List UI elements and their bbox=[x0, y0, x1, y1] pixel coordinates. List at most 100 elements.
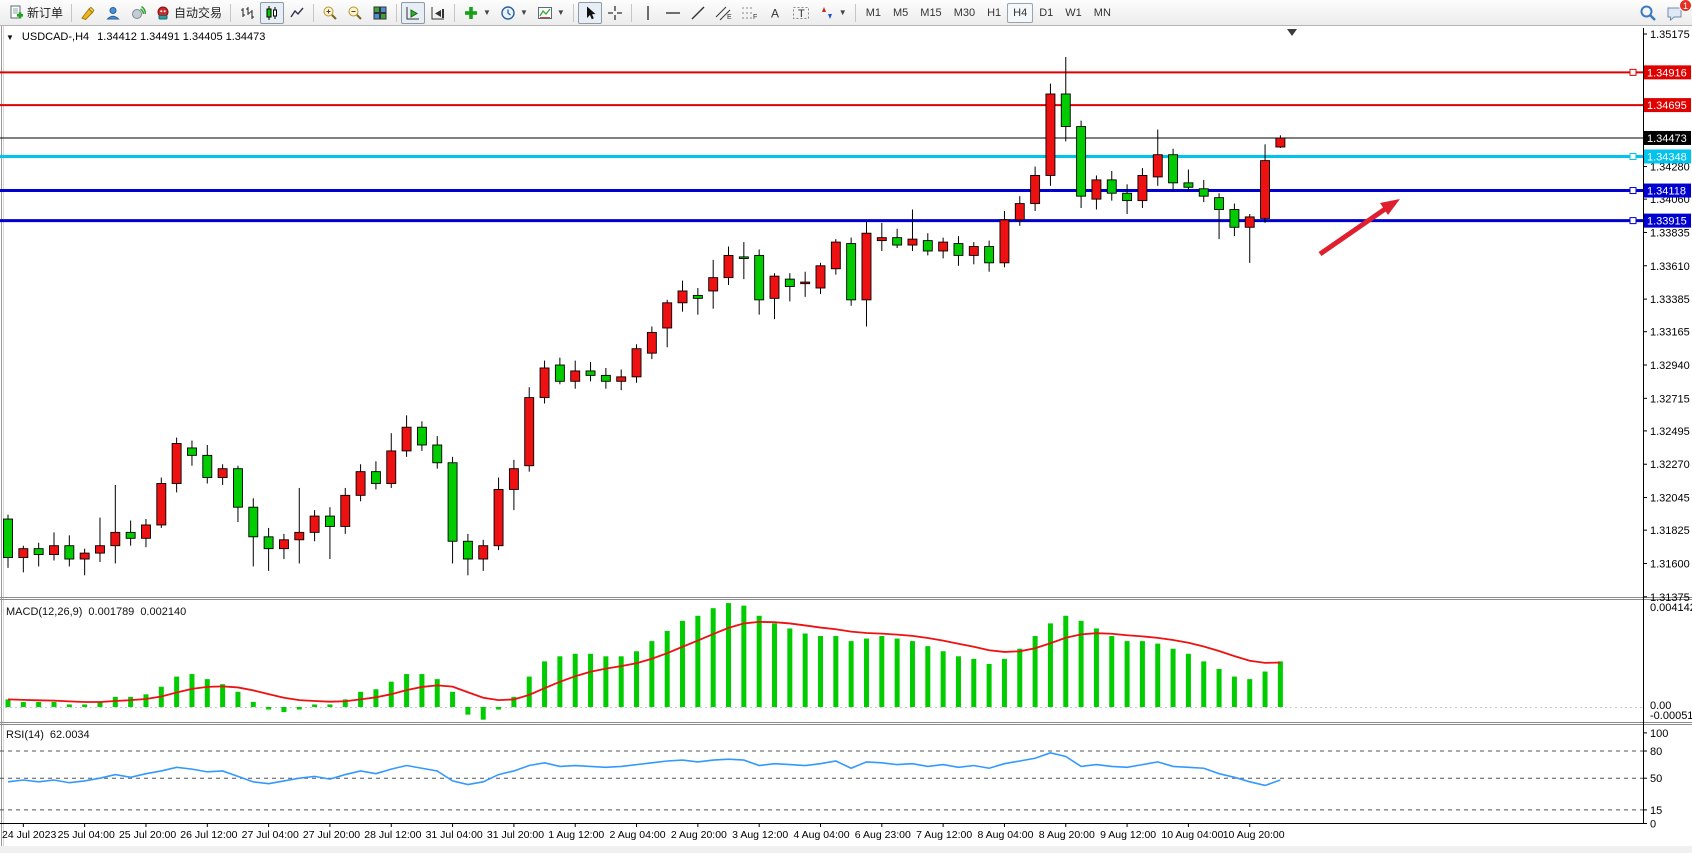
indicators-button[interactable]: ▼ bbox=[459, 2, 495, 24]
macd-histogram-bar bbox=[895, 639, 900, 707]
community-button[interactable] bbox=[101, 2, 125, 24]
tab-timeframe-D1[interactable]: D1 bbox=[1033, 3, 1059, 23]
zoom-out-button[interactable] bbox=[343, 2, 367, 24]
price-tag-label: 1.34118 bbox=[1647, 186, 1686, 198]
chart-canvas[interactable]: 1.351751.342801.340601.338351.336101.333… bbox=[0, 26, 1692, 853]
zoom-in-button[interactable] bbox=[318, 2, 342, 24]
auto-trading-button[interactable]: 自动交易 bbox=[151, 2, 226, 24]
auto-scroll-button[interactable] bbox=[401, 2, 425, 24]
tab-timeframe-M5[interactable]: M5 bbox=[887, 3, 914, 23]
time-tick-label: 24 Jul 2023 bbox=[2, 829, 56, 841]
cursor-tool-button[interactable] bbox=[578, 2, 602, 24]
crayon-tool-button[interactable] bbox=[76, 2, 100, 24]
collapse-triangle-icon[interactable]: ▼ bbox=[6, 33, 14, 42]
hline-handle[interactable] bbox=[1630, 69, 1636, 75]
macd-histogram-bar bbox=[726, 603, 731, 707]
macd-histogram-bar bbox=[128, 697, 133, 707]
periods-button[interactable]: ▼ bbox=[496, 2, 532, 24]
rsi-axis-label: 15 bbox=[1650, 805, 1662, 817]
candle-body bbox=[341, 495, 350, 526]
candle-body bbox=[310, 516, 319, 532]
candle-body bbox=[525, 398, 534, 466]
text-tool-button[interactable]: A bbox=[763, 2, 787, 24]
time-tick-label: 26 Jul 12:00 bbox=[180, 829, 237, 841]
signal-icon bbox=[130, 5, 146, 21]
signals-button[interactable] bbox=[126, 2, 150, 24]
bar-chart-button[interactable] bbox=[235, 2, 259, 24]
candle-body bbox=[663, 303, 672, 328]
templates-button[interactable]: ▼ bbox=[533, 2, 569, 24]
community-person-icon bbox=[105, 5, 121, 21]
macd-histogram-bar bbox=[21, 702, 26, 707]
time-tick-label: 27 Jul 20:00 bbox=[303, 829, 360, 841]
fibonacci-tool-button[interactable]: F bbox=[737, 2, 762, 24]
tile-windows-button[interactable] bbox=[368, 2, 392, 24]
macd-histogram-bar bbox=[297, 707, 302, 710]
macd-histogram-bar bbox=[680, 621, 685, 707]
line-chart-button[interactable] bbox=[285, 2, 309, 24]
candle-body bbox=[1092, 180, 1101, 199]
candle-body bbox=[387, 451, 396, 484]
macd-histogram-bar bbox=[818, 636, 823, 707]
macd-histogram-bar bbox=[235, 692, 240, 707]
horizontal-line-tool-button[interactable] bbox=[661, 2, 685, 24]
tab-timeframe-W1[interactable]: W1 bbox=[1059, 3, 1088, 23]
macd-histogram-bar bbox=[971, 659, 976, 707]
macd-histogram-bar bbox=[741, 606, 746, 707]
macd-histogram-bar bbox=[879, 636, 884, 707]
time-tick-label: 6 Aug 23:00 bbox=[855, 829, 911, 841]
price-tick-label: 1.33835 bbox=[1650, 227, 1690, 239]
macd-name: MACD(12,26,9) bbox=[6, 606, 82, 618]
tab-timeframe-M1[interactable]: M1 bbox=[860, 3, 887, 23]
text-label-tool-button[interactable]: T bbox=[788, 2, 814, 24]
macd-histogram-bar bbox=[1094, 628, 1099, 707]
notification-badge: 1 bbox=[1679, 0, 1692, 12]
chart-shift-button[interactable] bbox=[426, 2, 450, 24]
tab-timeframe-MN[interactable]: MN bbox=[1088, 3, 1117, 23]
macd-histogram-bar bbox=[1109, 636, 1114, 707]
rsi-name: RSI(14) bbox=[6, 729, 44, 741]
chart-window[interactable]: 1.351751.342801.340601.338351.336101.333… bbox=[0, 26, 1692, 853]
new-order-button[interactable]: 新订单 bbox=[4, 2, 67, 24]
new-order-label: 新订单 bbox=[27, 4, 63, 21]
tab-timeframe-M15[interactable]: M15 bbox=[914, 3, 947, 23]
rsi-indicator-label: RSI(14)62.0034 bbox=[6, 729, 96, 741]
tab-timeframe-M30[interactable]: M30 bbox=[948, 3, 981, 23]
trendline-tool-button[interactable] bbox=[686, 2, 710, 24]
tab-timeframe-H4[interactable]: H4 bbox=[1007, 3, 1033, 23]
symbol-title: USDCAD-,H4 bbox=[22, 31, 89, 43]
candle-body bbox=[816, 266, 825, 288]
candle-body bbox=[187, 448, 196, 455]
candle-body bbox=[203, 455, 212, 477]
macd-histogram-bar bbox=[1201, 661, 1206, 707]
macd-histogram-bar bbox=[82, 704, 87, 707]
macd-histogram-bar bbox=[220, 684, 225, 707]
tab-timeframe-H1[interactable]: H1 bbox=[981, 3, 1007, 23]
price-tick-label: 1.32715 bbox=[1650, 393, 1690, 405]
hline-handle[interactable] bbox=[1630, 153, 1636, 159]
macd-histogram-bar bbox=[1002, 659, 1007, 707]
macd-histogram-bar bbox=[143, 694, 148, 707]
candle-body bbox=[540, 368, 549, 398]
macd-histogram-bar bbox=[588, 654, 593, 707]
hline-handle[interactable] bbox=[1630, 218, 1636, 224]
cursor-icon bbox=[582, 5, 598, 21]
arrows-tool-button[interactable]: ▼ bbox=[815, 2, 851, 24]
candlestick-chart-button[interactable] bbox=[260, 2, 284, 24]
chat-button[interactable]: 1 bbox=[1662, 2, 1688, 24]
candle-body bbox=[1000, 220, 1009, 263]
candle-body bbox=[571, 371, 580, 381]
candle-body bbox=[279, 540, 288, 549]
vertical-line-tool-button[interactable] bbox=[636, 2, 660, 24]
channel-tool-button[interactable]: E bbox=[711, 2, 736, 24]
equidistant-channel-icon: E bbox=[715, 5, 732, 21]
hline-handle[interactable] bbox=[1630, 188, 1636, 194]
crosshair-tool-button[interactable] bbox=[603, 2, 627, 24]
candle-body bbox=[65, 546, 74, 559]
macd-histogram-bar bbox=[1017, 649, 1022, 707]
bar-chart-icon bbox=[239, 5, 255, 21]
macd-histogram-bar bbox=[1140, 641, 1145, 707]
candle-body bbox=[402, 427, 411, 451]
search-button[interactable] bbox=[1635, 2, 1661, 24]
macd-histogram-bar bbox=[281, 707, 286, 712]
